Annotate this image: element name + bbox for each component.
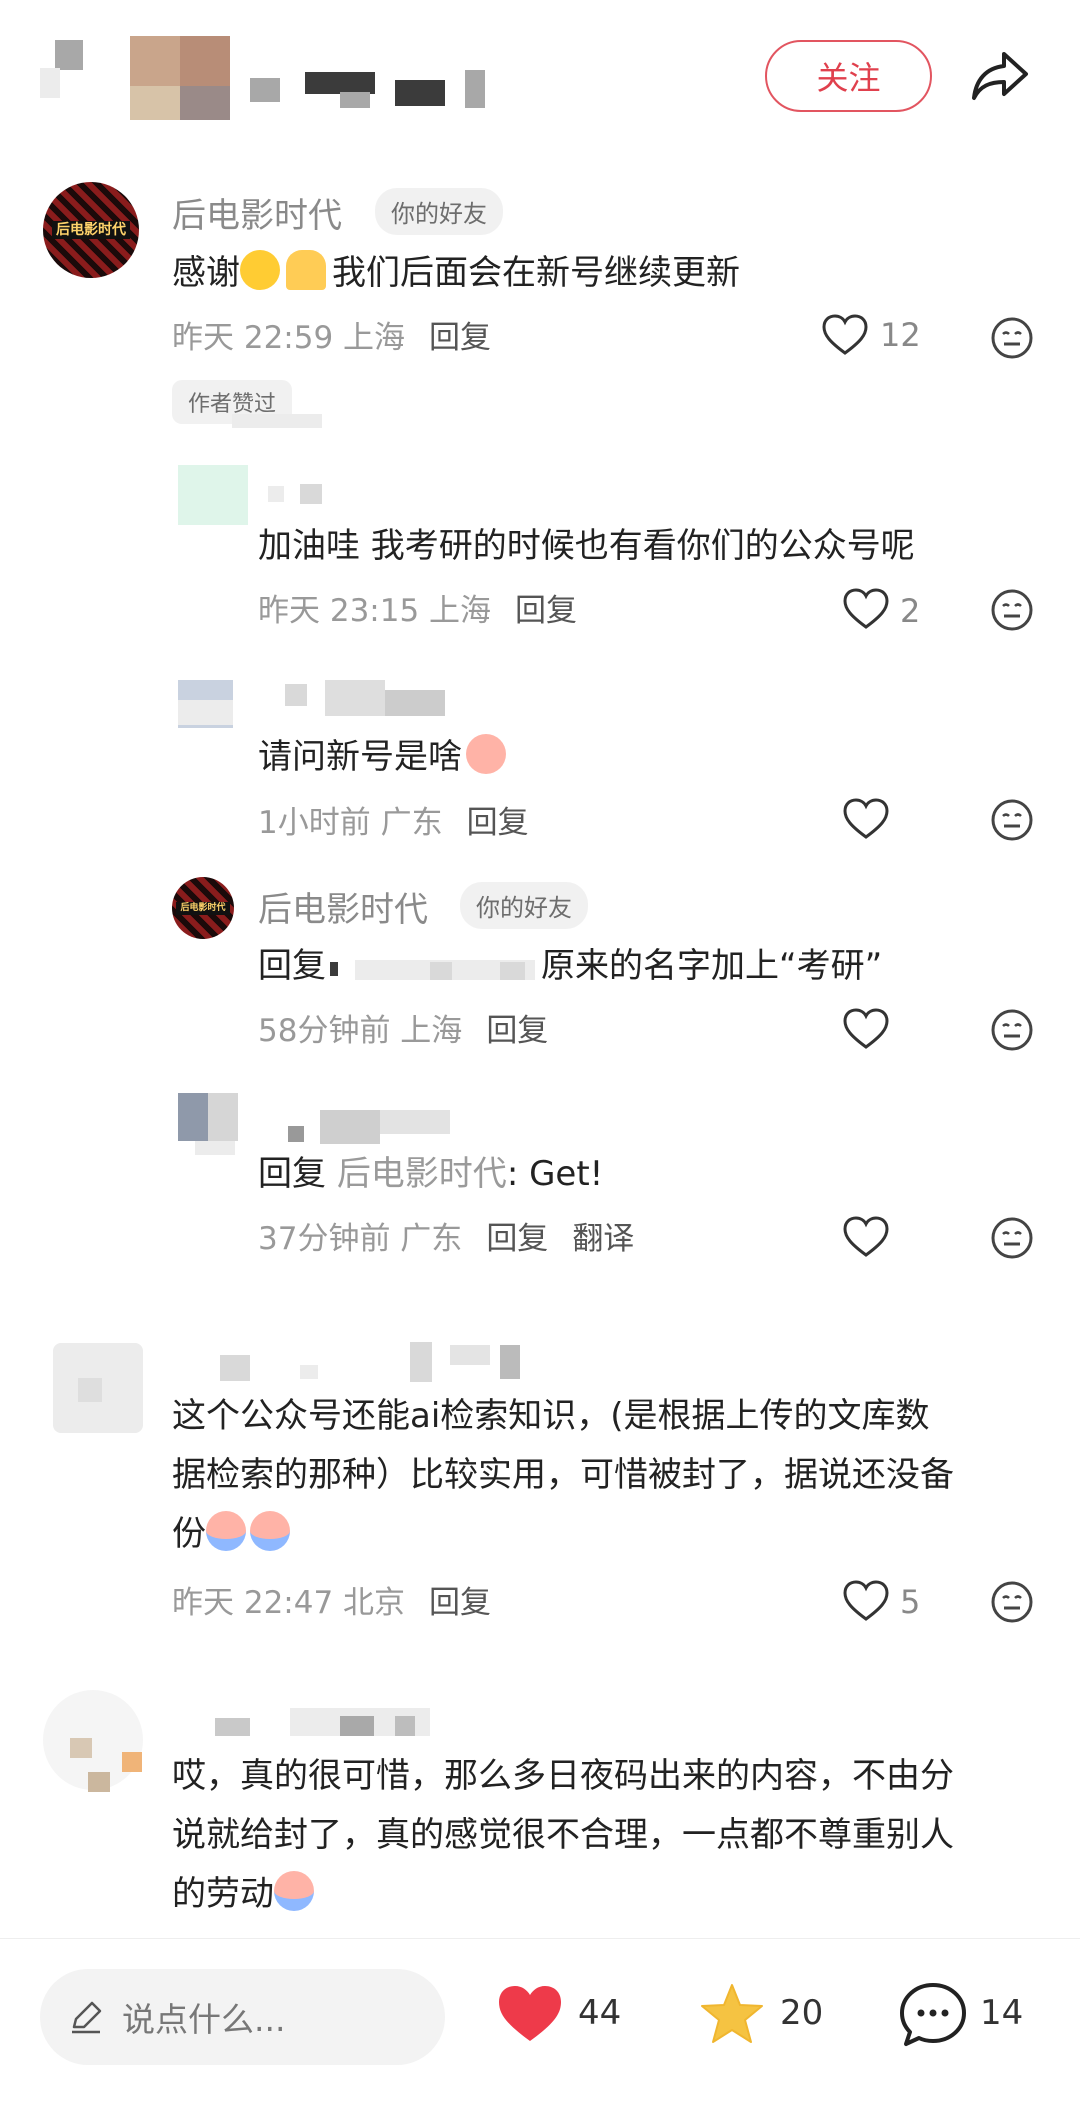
author-avatar[interactable]: 后电影时代 (172, 877, 234, 939)
comment-text-line: 这个公众号还能ai检索知识，(是根据上传的文库数 (172, 1396, 930, 1436)
heart-icon[interactable] (843, 1008, 889, 1050)
friend-tag: 你的好友 (375, 188, 503, 235)
author-avatar[interactable]: 后电影时代 (43, 182, 139, 278)
comment-text: 回复 后电影时代: Get! (258, 1154, 604, 1194)
heart-icon[interactable] (843, 798, 889, 840)
comment-total: 14 (980, 1993, 1024, 2033)
reply-button[interactable]: 回复 (515, 593, 577, 629)
reply-button[interactable]: 回复 (467, 805, 529, 841)
heart-icon[interactable] (822, 314, 868, 356)
badge-blur (232, 414, 322, 428)
comment-text: 请问新号是啥 (258, 728, 506, 787)
comment-meta: 昨天 22:47 北京 回复 (172, 1577, 491, 1622)
share-icon[interactable] (970, 48, 1030, 104)
comment-time: 昨天 22:47 北京 (172, 1585, 406, 1621)
comment-text-line: 据检索的那种）比较实用，可惜被封了，据说还没备 (172, 1455, 954, 1495)
reply-button[interactable]: 回复 (429, 320, 491, 356)
crying-emoji (206, 1511, 246, 1551)
meh-face-icon[interactable] (990, 1216, 1034, 1260)
like-heart-icon[interactable] (496, 1983, 564, 2045)
heart-icon[interactable] (843, 1216, 889, 1258)
comment-text: 感谢 我们后面会在新号继续更新 (172, 244, 740, 303)
comment-input[interactable]: 说点什么... (40, 1969, 445, 2065)
comment-time: 58分钟前 上海 (258, 1013, 463, 1049)
comment-meta: 昨天 22:59 上海 回复 (172, 312, 491, 357)
pencil-icon (72, 2001, 102, 2034)
like-count: 5 (900, 1583, 921, 1621)
follow-button[interactable]: 关注 (765, 40, 932, 112)
comment-time: 昨天 22:59 上海 (172, 320, 406, 356)
comment-text: 加油哇 我考研的时候也有看你们的公众号呢 (258, 526, 915, 566)
meh-face-icon[interactable] (990, 798, 1034, 842)
chick-emoji (466, 734, 506, 774)
translate-button[interactable]: 翻译 (572, 1221, 634, 1257)
friend-tag: 你的好友 (460, 882, 588, 929)
meh-face-icon[interactable] (990, 1008, 1034, 1052)
follow-label: 关注 (816, 59, 881, 97)
comment-text-line: 说就给封了，真的感觉很不合理，一点都不尊重别人 (172, 1815, 954, 1855)
comment-text-line: 份 (172, 1505, 290, 1564)
like-count: 2 (900, 592, 921, 630)
meh-face-icon[interactable] (990, 588, 1034, 632)
comment-meta: 58分钟前 上海 回复 (258, 1005, 548, 1050)
heart-icon[interactable] (843, 1580, 889, 1622)
comment-time: 1小时前 广东 (258, 805, 443, 841)
comment-input-placeholder: 说点什么... (122, 2000, 286, 2039)
crying-emoji (274, 1871, 314, 1911)
comment-text: 回复 原来的名字加上“考研” (258, 946, 883, 986)
star-total: 20 (780, 1993, 824, 2033)
comment-meta: 昨天 23:15 上海 回复 (258, 585, 577, 630)
bottom-bar: 说点什么... 44 20 14 (0, 1938, 1080, 2104)
comment-bubble-icon[interactable] (898, 1981, 968, 2049)
comment-author[interactable]: 后电影时代 (258, 882, 428, 931)
reply-button[interactable]: 回复 (486, 1013, 548, 1049)
star-icon[interactable] (698, 1981, 766, 2047)
reply-prefix: 回复 (258, 946, 326, 986)
reply-button[interactable]: 回复 (429, 1585, 491, 1621)
crying-emoji (250, 1511, 290, 1551)
meh-face-icon[interactable] (990, 1580, 1034, 1624)
comment-author[interactable]: 后电影时代 (172, 188, 342, 237)
comment-meta: 37分钟前 广东 回复 翻译 (258, 1213, 634, 1258)
comment-time: 37分钟前 广东 (258, 1221, 463, 1257)
meh-face-icon[interactable] (990, 316, 1034, 360)
heart-icon[interactable] (843, 588, 889, 630)
reply-button[interactable]: 回复 (486, 1221, 548, 1257)
pleading-emoji (240, 250, 280, 290)
comment-time: 昨天 23:15 上海 (258, 593, 492, 629)
comment-text-line: 的劳动 (172, 1865, 314, 1924)
like-total: 44 (578, 1993, 622, 2033)
like-count: 12 (880, 316, 921, 354)
comment-text-line: 哎，真的很可惜，那么多日夜码出来的内容，不由分 (172, 1756, 954, 1796)
pray-emoji (286, 250, 326, 290)
mentioned-user[interactable]: 后电影时代 (337, 1154, 507, 1194)
reply-prefix: 回复 (258, 1154, 326, 1194)
comment-meta: 1小时前 广东 回复 (258, 797, 529, 842)
